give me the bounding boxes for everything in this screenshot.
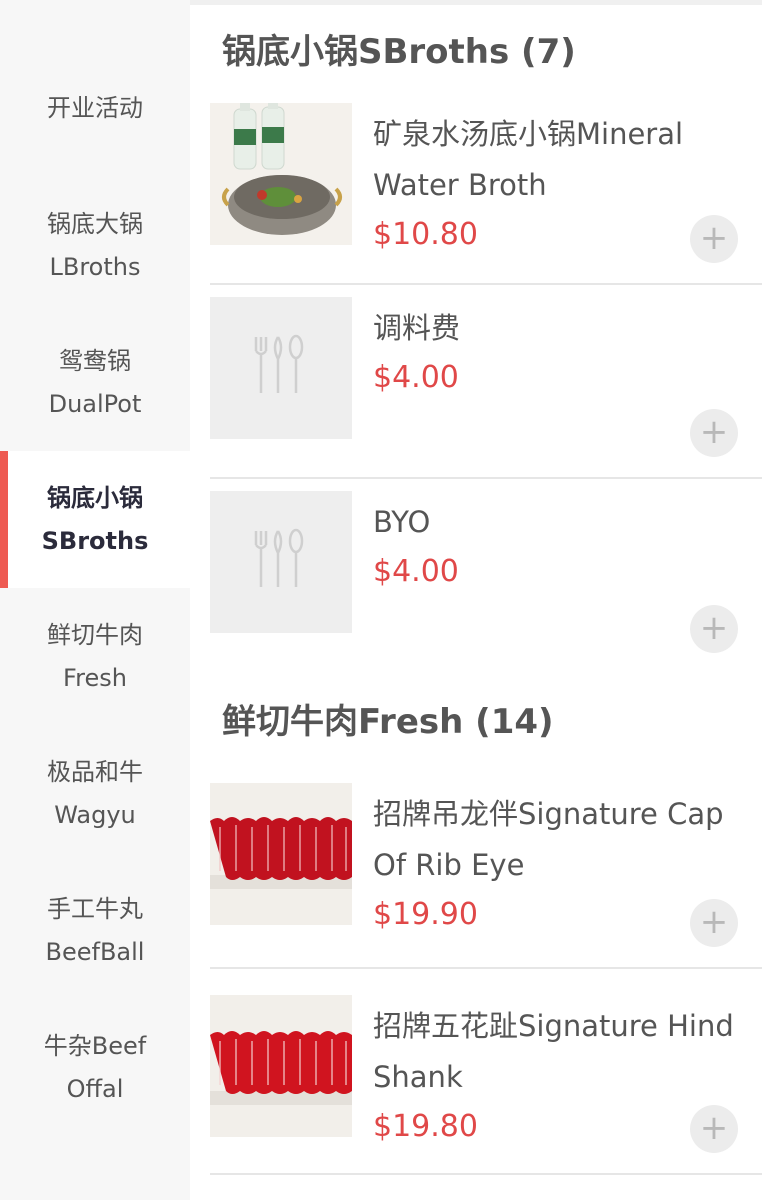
sliced-beef-photo: [210, 783, 352, 925]
add-to-cart-button[interactable]: +: [690, 1105, 738, 1153]
sidebar-item-label: 鲜切牛肉: [47, 620, 143, 649]
product-card[interactable]: 矿泉水汤底小锅Mineral Water Broth $10.80 +: [210, 91, 762, 285]
cutlery-placeholder-icon: [254, 334, 304, 393]
sidebar-item-label: 牛杂Beef: [43, 1031, 147, 1060]
product-name: BYO: [373, 505, 431, 539]
product-photo: [210, 995, 352, 1137]
product-name: 调料费: [373, 311, 461, 345]
sidebar-item-label: 开业活动: [47, 94, 143, 122]
sidebar-item-beef-offal[interactable]: 牛杂Beef Offal: [0, 999, 190, 1136]
sidebar-item-sbroths[interactable]: 锅底小锅 SBroths: [0, 451, 190, 588]
product-card[interactable]: 调料费 $4.00 +: [210, 285, 762, 479]
mineral-water-broth-photo: [210, 103, 352, 245]
sidebar-item-label: 锅底大锅: [47, 209, 143, 238]
product-card[interactable]: BYO $4.00 +: [210, 479, 762, 673]
product-photo: [210, 491, 352, 633]
sidebar-item-dualpot[interactable]: 鸳鸯锅 DualPot: [0, 314, 190, 451]
sidebar-item-label: SBroths: [41, 526, 149, 555]
sidebar-item-opening-promo[interactable]: 开业活动: [0, 40, 190, 177]
sidebar-item-label: 极品和牛: [47, 757, 143, 786]
app-root: 开业活动 锅底大锅 LBroths 鸳鸯锅 DualPot 锅底小锅 SBrot…: [0, 0, 762, 1200]
product-name: 招牌吊龙伴Signature Cap Of Rib Eye: [373, 797, 724, 882]
sidebar-item-wagyu[interactable]: 极品和牛 Wagyu: [0, 725, 190, 862]
add-to-cart-button[interactable]: +: [690, 899, 738, 947]
cutlery-placeholder-icon: [254, 528, 304, 587]
sidebar-item-label: Fresh: [63, 663, 127, 692]
product-photo: [210, 297, 352, 439]
product-photo: [210, 103, 352, 245]
section-title: 锅底小锅SBroths (7): [222, 31, 576, 72]
product-name: 矿泉水汤底小锅Mineral Water Broth: [373, 117, 684, 202]
sidebar-item-fresh[interactable]: 鲜切牛肉 Fresh: [0, 588, 190, 725]
sidebar-item-beefball[interactable]: 手工牛丸 BeefBall: [0, 862, 190, 999]
add-to-cart-button[interactable]: +: [690, 215, 738, 263]
product-card[interactable]: 招牌吊龙伴Signature Cap Of Rib Eye $19.90 +: [210, 763, 762, 969]
product-list: 锅底小锅SBroths (7) 矿泉水汤底小锅Mineral Water Bro…: [190, 0, 762, 1200]
product-price: $4.00: [373, 554, 459, 589]
sidebar-item-label: 手工牛丸: [46, 894, 143, 923]
sidebar-item-label: LBroths: [49, 252, 141, 281]
sidebar-item-lbroths[interactable]: 锅底大锅 LBroths: [0, 177, 190, 314]
add-to-cart-button[interactable]: +: [690, 409, 738, 457]
product-price: $4.00: [373, 360, 459, 395]
product-card[interactable]: 招牌五花趾Signature Hind Shank $19.80 +: [210, 969, 762, 1175]
sliced-beef-photo: [210, 995, 352, 1137]
sidebar-item-label: BeefBall: [45, 937, 145, 966]
section-title: 鲜切牛肉Fresh (14): [222, 701, 554, 742]
category-sidebar: 开业活动 锅底大锅 LBroths 鸳鸯锅 DualPot 锅底小锅 SBrot…: [0, 0, 190, 1200]
sidebar-item-label: 鸳鸯锅: [59, 346, 131, 375]
sidebar-item-label: Offal: [66, 1074, 124, 1103]
add-to-cart-button[interactable]: +: [690, 605, 738, 653]
sidebar-item-label: Wagyu: [54, 800, 136, 829]
sidebar-item-label: DualPot: [48, 389, 142, 418]
sidebar-item-label: 锅底小锅: [47, 483, 143, 512]
product-photo: [210, 783, 352, 925]
product-name: 招牌五花趾Signature Hind Shank: [373, 1009, 734, 1094]
